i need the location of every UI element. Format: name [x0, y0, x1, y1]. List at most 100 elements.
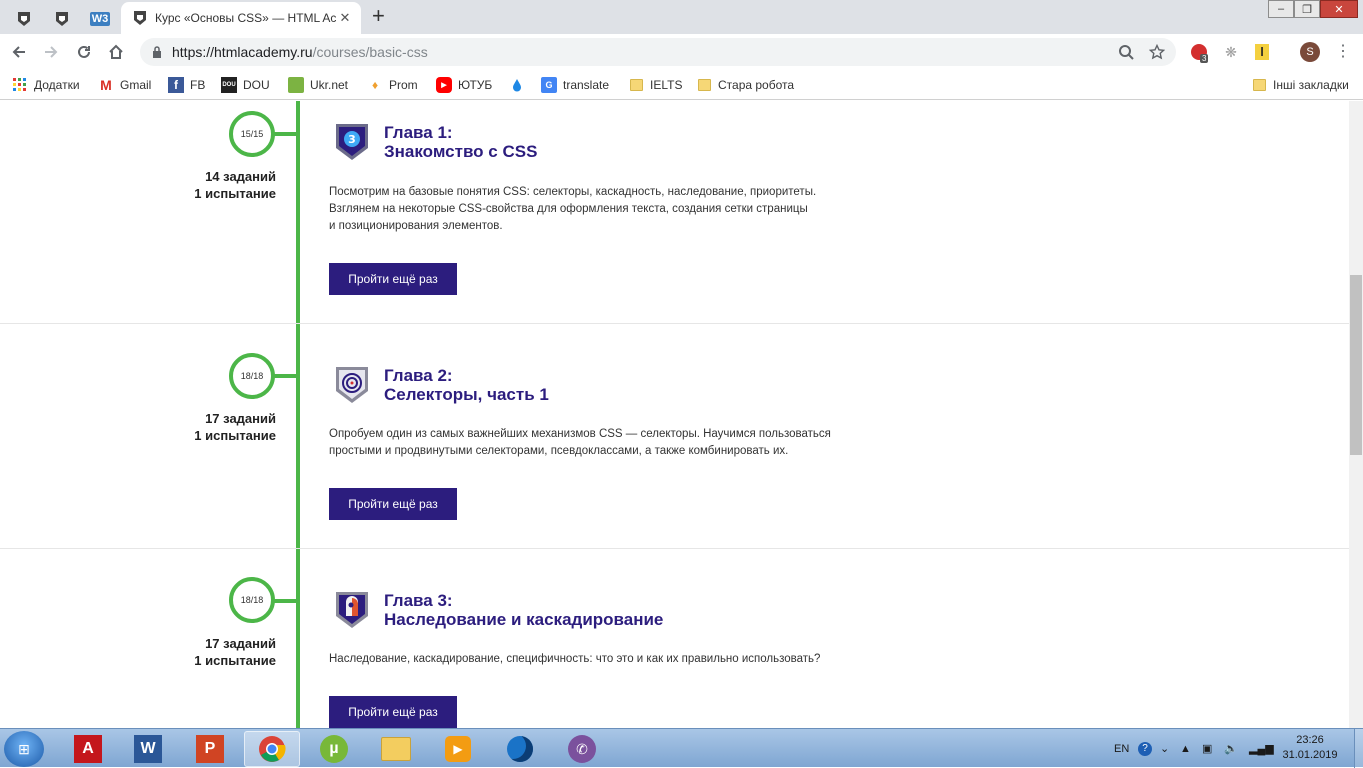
restore-button[interactable]: ❐	[1294, 0, 1320, 18]
lock-icon	[153, 46, 161, 58]
chapter-title: Глава 1: Знакомство с CSS	[384, 123, 537, 161]
forward-button[interactable]	[40, 41, 62, 63]
tab-htmlacademy-2[interactable]	[44, 4, 80, 34]
start-button[interactable]: ⊞	[4, 731, 44, 767]
close-window-button[interactable]: ✕	[1320, 0, 1358, 18]
reload-button[interactable]	[73, 41, 95, 63]
chapter-divider	[0, 548, 1349, 549]
bookmark-label: Gmail	[120, 78, 152, 92]
zoom-button[interactable]	[1115, 41, 1137, 63]
chapter-stats: 17 заданий 1 испытание	[120, 635, 276, 669]
windows-taskbar: ⊞ A W P µ ▶ ✆ EN ? ⌄ ▲ ▣ 🔈 ▂▄▆ 23:26 31.…	[0, 728, 1363, 768]
bookmark-label: translate	[563, 78, 610, 92]
help-icon[interactable]: ?	[1138, 729, 1152, 768]
home-button[interactable]	[105, 41, 127, 63]
bookmark-star-button[interactable]	[1146, 41, 1168, 63]
bookmark-other[interactable]: Інші закладки	[1251, 77, 1349, 93]
chapter-tasks-count: 17 заданий	[205, 636, 276, 651]
taskbar-viber[interactable]: ✆	[554, 731, 610, 767]
drop-icon	[509, 77, 525, 93]
chapter-description: Опробуем один из самых важнейших механиз…	[329, 426, 909, 460]
tray-options-icon[interactable]: ⌄	[1160, 729, 1169, 768]
tab-title: Курс «Основы CSS» — HTML Ac	[155, 11, 337, 25]
minimize-button[interactable]: –	[1268, 0, 1294, 18]
taskbar-media-player[interactable]: ▶	[430, 731, 486, 767]
chapter-progress-ring: 18/18	[229, 353, 275, 399]
description-line: Взглянем на некоторые CSS-свойства для о…	[329, 203, 808, 215]
bookmark-prom[interactable]: ♦ Prom	[367, 77, 418, 93]
adblock-extension[interactable]: 3	[1188, 41, 1210, 63]
timeline-connector	[272, 374, 298, 378]
bookmark-stara-robota[interactable]: Стара робота	[696, 77, 794, 93]
bookmark-drop[interactable]	[509, 77, 531, 93]
chapter-number: Глава 1:	[384, 123, 453, 142]
retake-chapter-button[interactable]: Пройти ещё раз	[329, 696, 457, 728]
svg-text:3: 3	[348, 133, 356, 146]
close-tab-icon[interactable]: ✕	[337, 10, 353, 26]
course-page: 15/15 14 заданий 1 испытание 3 Глава 1: …	[0, 101, 1349, 728]
back-button[interactable]	[8, 41, 30, 63]
tab-active-course[interactable]: Курс «Основы CSS» — HTML Ac ✕	[121, 2, 361, 34]
chapter-name: Наследование и каскадирование	[384, 610, 664, 629]
taskbar-chrome[interactable]	[244, 731, 300, 767]
show-hidden-icons-button[interactable]: ▲	[1180, 729, 1191, 768]
bookmark-label: Ukr.net	[310, 78, 349, 92]
home-icon	[109, 44, 123, 59]
chapter-number: Глава 3:	[384, 591, 453, 610]
url-path: /courses/basic-css	[312, 44, 428, 60]
scrollbar-thumb[interactable]	[1350, 275, 1362, 455]
show-desktop-button[interactable]	[1354, 729, 1363, 768]
progress-timeline	[296, 101, 300, 728]
bookmark-ukrnet[interactable]: Ukr.net	[288, 77, 348, 93]
volume-icon[interactable]: 🔈	[1224, 729, 1238, 768]
tab-htmlacademy-1[interactable]	[6, 4, 42, 34]
system-clock[interactable]: 23:26 31.01.2019	[1270, 733, 1350, 763]
chapter-tasks-count: 17 заданий	[205, 411, 276, 426]
taskbar-acrobat[interactable]: A	[60, 731, 116, 767]
bookmark-fb[interactable]: f FB	[168, 77, 205, 93]
bookmark-extension-icon: l	[1255, 44, 1269, 60]
chapter-trials-count: 1 испытание	[194, 653, 276, 668]
bookmark-translate[interactable]: G translate	[541, 77, 609, 93]
tray-device-icon[interactable]: ▣	[1202, 729, 1212, 768]
description-line: Наследование, каскадирование, специфично…	[329, 653, 821, 665]
language-indicator[interactable]: EN	[1114, 729, 1129, 768]
youtube-icon: ▶	[436, 77, 452, 93]
media-player-icon: ▶	[445, 736, 471, 762]
retake-chapter-button[interactable]: Пройти ещё раз	[329, 263, 457, 295]
paw-extension[interactable]: ❋	[1220, 41, 1242, 63]
address-bar[interactable]: https://htmlacademy.ru/courses/basic-css	[140, 38, 1176, 66]
folder-icon	[381, 737, 411, 761]
taskbar-explorer[interactable]	[368, 731, 424, 767]
clock-date: 31.01.2019	[1282, 749, 1338, 761]
reload-icon	[78, 45, 90, 58]
profile-button[interactable]: S	[1299, 41, 1321, 63]
apps-icon	[12, 77, 28, 93]
folder-icon	[1251, 77, 1267, 93]
gmail-icon: M	[100, 77, 112, 93]
bookmark-ielts[interactable]: IELTS	[628, 77, 682, 93]
bookmark-label: IELTS	[650, 78, 683, 92]
taskbar-utorrent[interactable]: µ	[306, 731, 362, 767]
bookmark-gmail[interactable]: M Gmail	[98, 77, 151, 93]
bookmark-apps[interactable]: Додатки	[12, 77, 80, 93]
chapter-stats: 17 заданий 1 испытание	[120, 410, 276, 444]
browser-toolbar: https://htmlacademy.ru/courses/basic-css…	[0, 34, 1363, 70]
new-tab-button[interactable]: +	[372, 4, 385, 28]
taskbar-app-blue[interactable]	[492, 731, 548, 767]
dou-icon: DOU	[221, 77, 237, 93]
retake-chapter-button[interactable]: Пройти ещё раз	[329, 488, 457, 520]
bookmark-label: Стара робота	[718, 78, 795, 92]
url-text: https://htmlacademy.ru/courses/basic-css	[172, 44, 428, 60]
bookmark-dou[interactable]: DOU DOU	[221, 77, 270, 93]
yellow-extension[interactable]: l	[1251, 41, 1273, 63]
bookmark-youtube[interactable]: ▶ ЮТУБ	[436, 77, 492, 93]
menu-button[interactable]: ⋮	[1332, 41, 1354, 63]
taskbar-powerpoint[interactable]: P	[182, 731, 238, 767]
chapter-title: Глава 2: Селекторы, часть 1	[384, 366, 549, 404]
taskbar-word[interactable]: W	[120, 731, 176, 767]
chapter-tasks-count: 14 заданий	[205, 169, 276, 184]
chapter-divider	[0, 323, 1349, 324]
tab-w3schools[interactable]: W3	[82, 4, 118, 34]
chrome-icon	[259, 736, 286, 762]
